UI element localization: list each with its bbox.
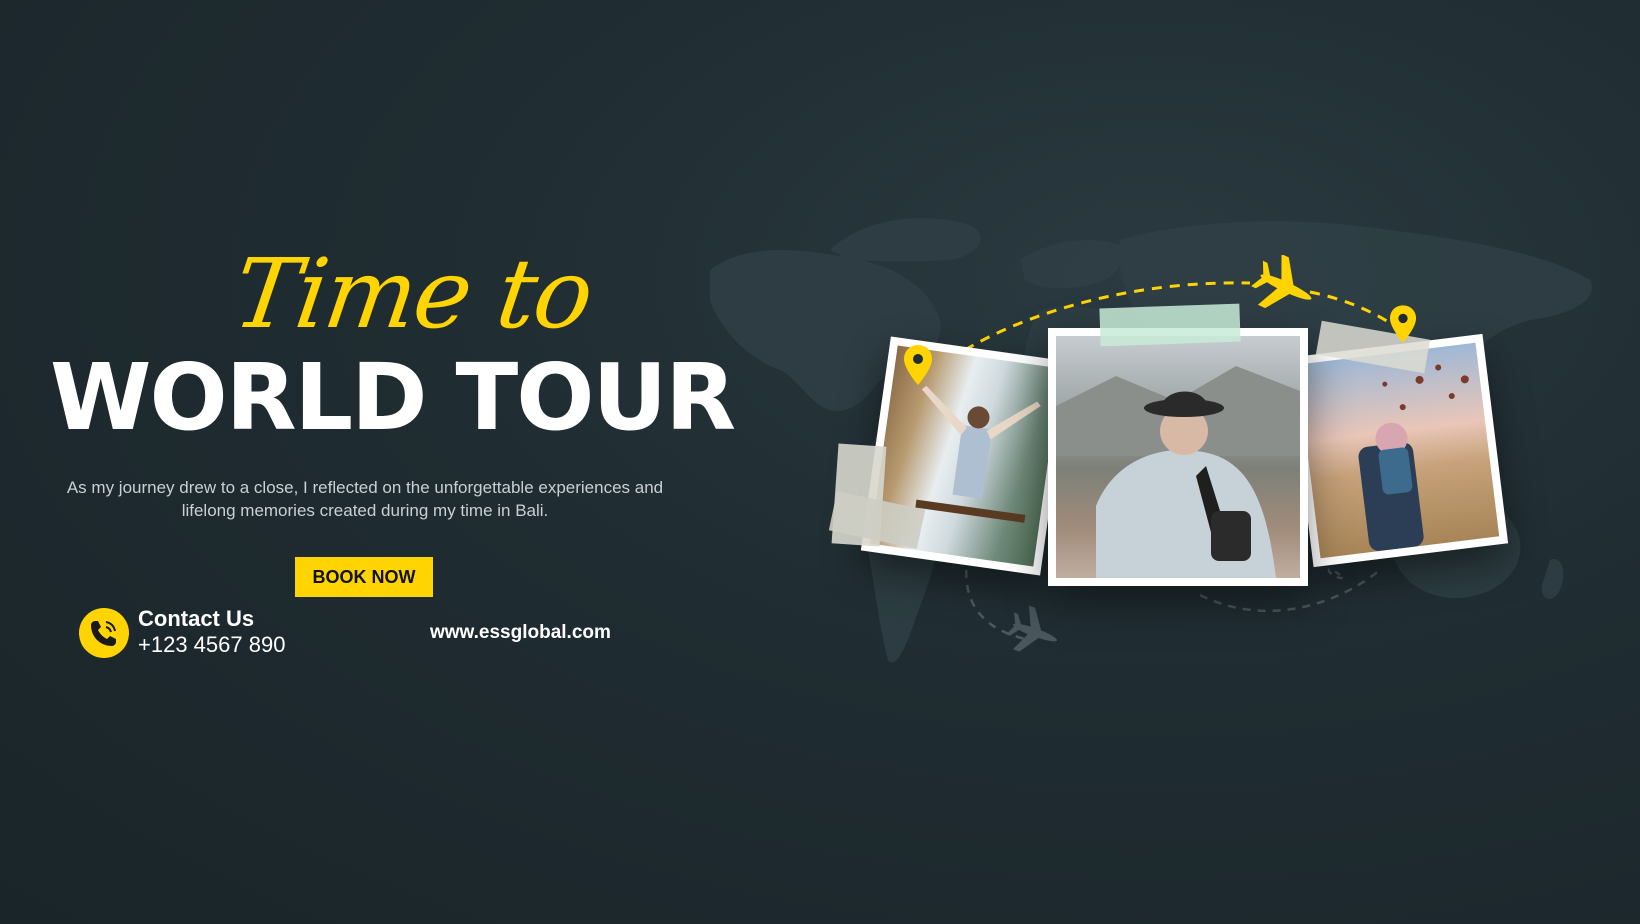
- contact-phone[interactable]: +123 4567 890: [138, 632, 285, 658]
- tagline-line: lifelong memories created during my time…: [181, 501, 549, 520]
- location-pin-icon: [904, 345, 932, 385]
- main-title: WORLD TOUR: [50, 344, 736, 451]
- tagline: As my journey drew to a close, I reflect…: [20, 476, 710, 522]
- location-pin-icon: [1389, 305, 1417, 343]
- tape-strip: [1099, 303, 1241, 347]
- script-title: Time to: [227, 238, 599, 350]
- contact-label: Contact Us: [138, 606, 255, 631]
- woman-with-hat-mountains-photo: [1048, 328, 1308, 586]
- book-now-button[interactable]: BOOK NOW: [295, 557, 433, 597]
- airplane-icon: [1005, 605, 1057, 652]
- tagline-line: As my journey drew to a close, I reflect…: [66, 478, 664, 497]
- airplane-icon: [1251, 255, 1312, 309]
- phone-icon: [79, 608, 129, 658]
- website-link[interactable]: www.essglobal.com: [430, 622, 611, 644]
